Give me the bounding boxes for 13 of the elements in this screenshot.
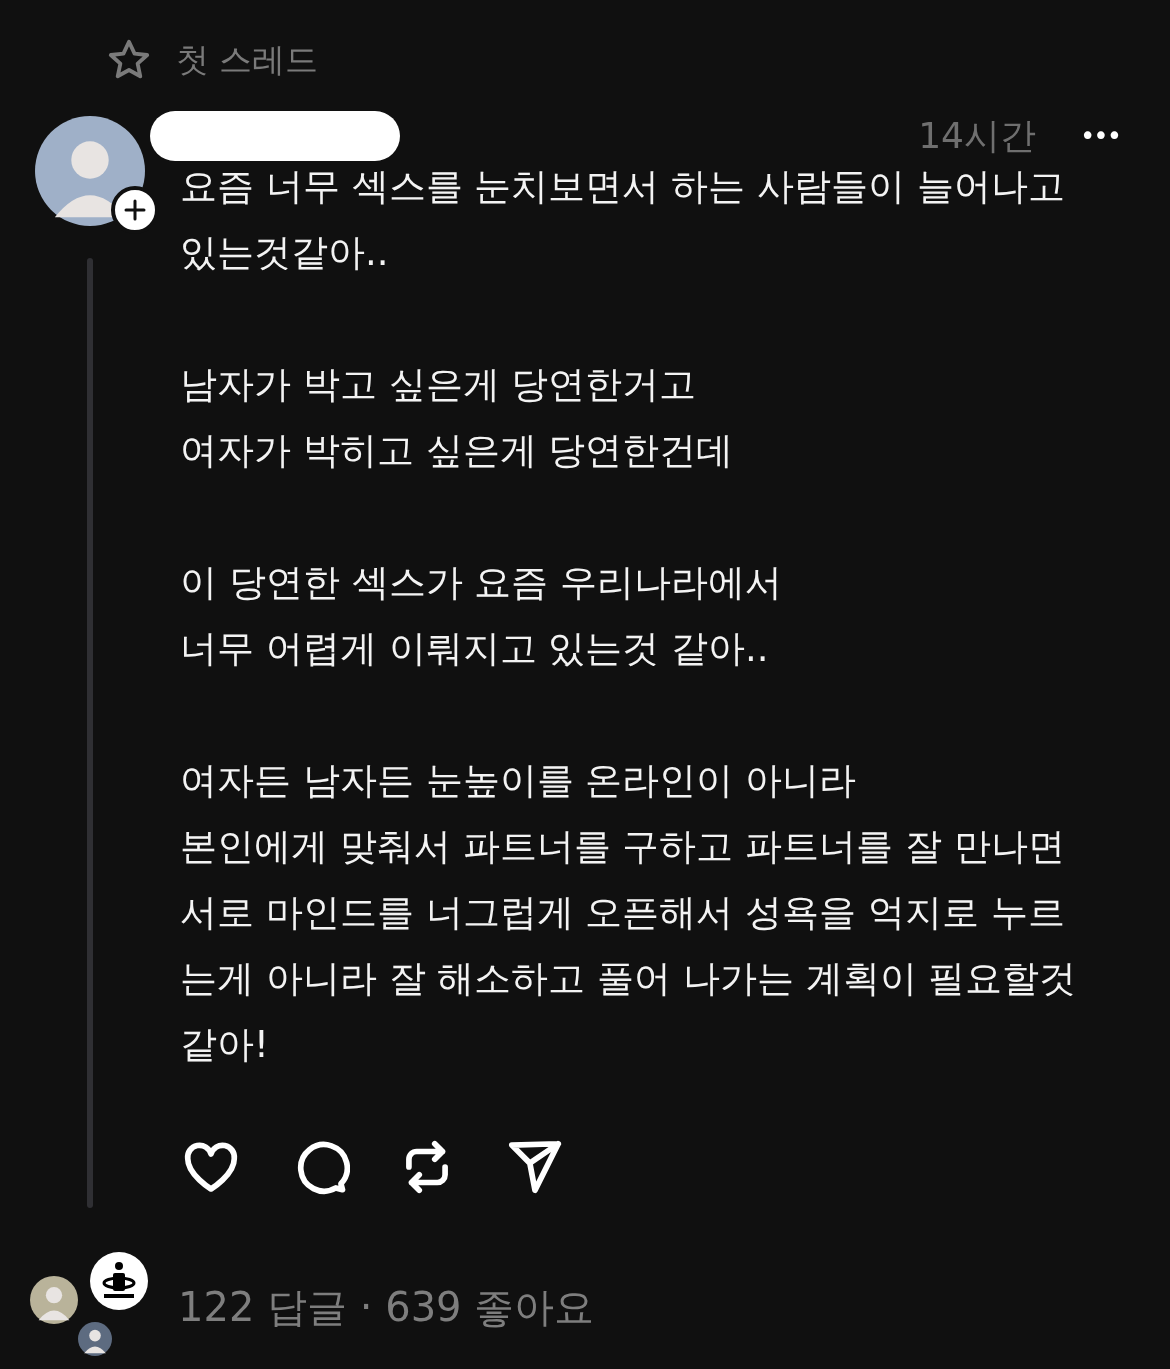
more-button[interactable]: ••• — [1080, 121, 1120, 151]
post-paragraph: 남자가 박고 싶은게 당연한거고 여자가 박히고 싶은게 당연한건데 — [180, 362, 735, 474]
thread-label: 첫 스레드 — [176, 38, 319, 81]
post-paragraph: 여자든 남자든 눈높이를 온라인이 아니라 본인에게 맞춰서 파트너를 구하고 파트너를 잘 만나면 서로 마인드를 너그럽게 오픈해서 성욕을 억지로 누르 는게 아니라 잘 해소하고 풀어 나가는 계획이 필요할것 같아! — [180, 758, 1078, 1068]
avatar-icon — [35, 116, 145, 226]
logo-avatar-icon — [90, 1252, 148, 1310]
post-stats: 122 답글 · 639 좋아요 — [178, 1282, 595, 1332]
post-time: 14시간 — [918, 113, 1036, 158]
plus-icon — [123, 198, 147, 222]
post-paragraph: 요즘 너무 섹스를 눈치보면서 하는 사람들이 늘어나고 있는것같아.. — [180, 164, 1066, 276]
avatar-icon — [30, 1276, 78, 1324]
post-paragraph: 이 당연한 섹스가 요즘 우리나라에서 너무 어렵게 이뤄지고 있는것 같아.. — [180, 560, 784, 672]
avatar-icon — [78, 1322, 112, 1356]
